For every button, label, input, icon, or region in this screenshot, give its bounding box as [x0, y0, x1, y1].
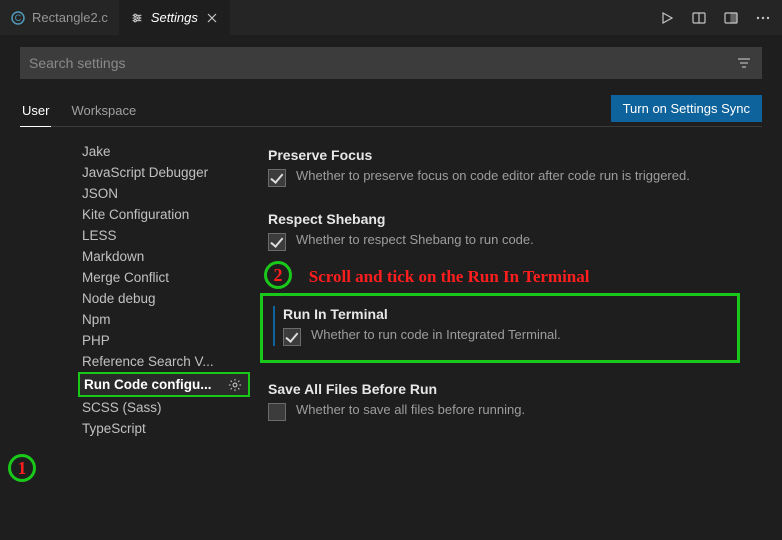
tab-rectangle2-c[interactable]: C Rectangle2.c	[0, 0, 119, 35]
c-file-icon: C	[10, 10, 26, 26]
svg-text:C: C	[15, 13, 22, 23]
toc-item[interactable]: Merge Conflict	[78, 267, 250, 288]
more-icon[interactable]	[754, 9, 772, 27]
scope-tab-workspace[interactable]: Workspace	[69, 97, 138, 126]
settings-main: Preserve Focus Whether to preserve focus…	[250, 127, 762, 540]
checkbox-preserve-focus[interactable]	[268, 169, 286, 187]
annotation-step1-circle: 1	[8, 454, 36, 482]
run-icon[interactable]	[658, 9, 676, 27]
tab-settings[interactable]: Settings	[119, 0, 231, 35]
toc-item[interactable]: JSON	[78, 183, 250, 204]
tab-label: Rectangle2.c	[32, 10, 108, 25]
toc-item[interactable]: PHP	[78, 330, 250, 351]
annotation-step2-text: 2 Scroll and tick on the Run In Terminal	[268, 267, 746, 289]
settings-toc: Jake JavaScript Debugger JSON Kite Confi…	[20, 127, 250, 540]
toc-item[interactable]: Npm	[78, 309, 250, 330]
setting-desc: Whether to preserve focus on code editor…	[296, 167, 690, 186]
setting-title: Run In Terminal	[283, 306, 727, 322]
toc-item-run-code-config[interactable]: Run Code configu...	[78, 372, 250, 397]
close-icon[interactable]	[204, 10, 220, 26]
search-input[interactable]	[29, 55, 735, 71]
setting-title: Preserve Focus	[268, 147, 738, 163]
toc-item[interactable]: Markdown	[78, 246, 250, 267]
setting-title: Respect Shebang	[268, 211, 738, 227]
gear-icon[interactable]	[228, 378, 242, 392]
settings-sync-button[interactable]: Turn on Settings Sync	[611, 95, 762, 122]
editor-tab-bar: C Rectangle2.c Settings	[0, 0, 782, 35]
tab-label: Settings	[151, 10, 198, 25]
toc-item-label: Run Code configu...	[84, 377, 212, 392]
settings-search[interactable]	[20, 47, 762, 79]
toc-item[interactable]: JavaScript Debugger	[78, 162, 250, 183]
split-right-icon[interactable]	[690, 9, 708, 27]
toc-item[interactable]: TypeScript	[78, 418, 250, 439]
toc-item[interactable]: Jake	[78, 141, 250, 162]
setting-desc: Whether to save all files before running…	[296, 401, 525, 420]
toc-item[interactable]: Reference Search V...	[78, 351, 250, 372]
tab-bar-actions	[658, 0, 782, 35]
scope-tab-user[interactable]: User	[20, 97, 51, 127]
setting-title: Save All Files Before Run	[268, 381, 738, 397]
setting-desc: Whether to respect Shebang to run code.	[296, 231, 534, 250]
toc-item[interactable]: SCSS (Sass)	[78, 397, 250, 418]
toc-item[interactable]: Kite Configuration	[78, 204, 250, 225]
toc-item[interactable]: LESS	[78, 225, 250, 246]
filter-icon[interactable]	[735, 54, 753, 72]
setting-run-in-terminal: Run In Terminal Whether to run code in I…	[273, 306, 727, 346]
checkbox-respect-shebang[interactable]	[268, 233, 286, 251]
setting-respect-shebang: Respect Shebang Whether to respect Sheba…	[260, 201, 746, 265]
annotation-highlight-run-in-terminal: Run In Terminal Whether to run code in I…	[260, 293, 740, 363]
checkbox-run-in-terminal[interactable]	[283, 328, 301, 346]
setting-preserve-focus: Preserve Focus Whether to preserve focus…	[260, 137, 746, 201]
settings-tab-icon	[129, 10, 145, 26]
checkbox-save-all[interactable]	[268, 403, 286, 421]
setting-desc: Whether to run code in Integrated Termin…	[311, 326, 561, 345]
annotation-step2-circle: 2	[264, 261, 292, 289]
setting-save-all-before-run: Save All Files Before Run Whether to sav…	[260, 371, 746, 435]
toc-item[interactable]: Node debug	[78, 288, 250, 309]
layout-icon[interactable]	[722, 9, 740, 27]
settings-scope-tabs: User Workspace Turn on Settings Sync	[20, 95, 762, 127]
